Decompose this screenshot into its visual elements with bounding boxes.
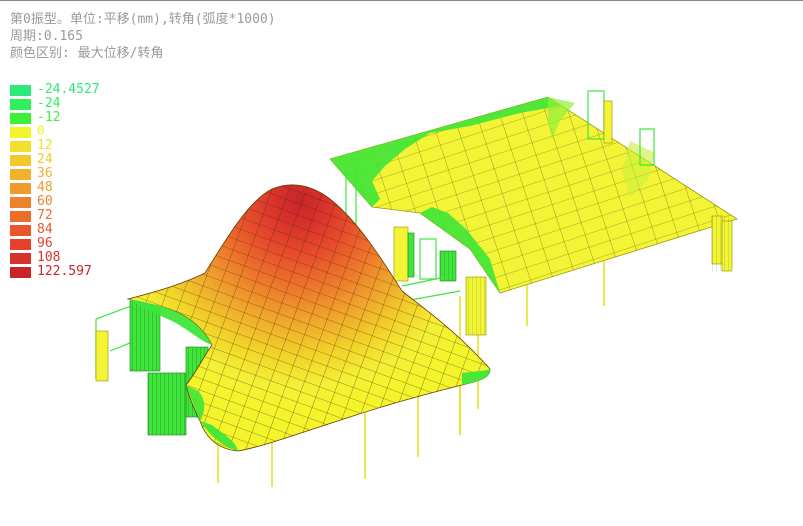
left-building-block[interactable] bbox=[95, 184, 491, 487]
structure-deformation-model[interactable] bbox=[0, 1, 803, 526]
deformation-viewport[interactable]: 第0振型。单位:平移(mm),转角(弧度*1000) 周期:0.165 颜色区别… bbox=[0, 0, 803, 526]
